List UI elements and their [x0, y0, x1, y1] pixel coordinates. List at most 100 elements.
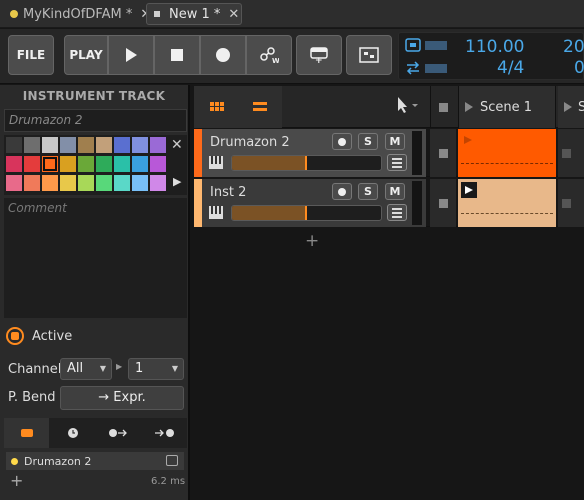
insert-device-button[interactable]: +	[296, 35, 342, 75]
position-display-secondary[interactable]: 0	[574, 58, 584, 78]
device-window-icon[interactable]	[166, 455, 178, 466]
volume-fader[interactable]	[231, 155, 382, 171]
stop-all-clips-button[interactable]	[430, 86, 456, 128]
add-device-icon[interactable]: +	[10, 471, 23, 490]
project-tab-mykindofdfam[interactable]: MyKindOfDFAM * ✕	[10, 3, 151, 25]
tab-post-timing[interactable]	[142, 418, 187, 448]
scene-launch-icon[interactable]	[564, 102, 572, 112]
solo-button[interactable]: S	[358, 183, 378, 200]
scene-1-header[interactable]: Scene 1	[458, 86, 556, 128]
record-button[interactable]	[200, 35, 246, 75]
list-view-button[interactable]	[249, 98, 271, 116]
inspector-panel: INSTRUMENT TRACK Drumazon 2 ✕ ▶ Comment …	[0, 85, 190, 500]
color-swatch[interactable]	[78, 156, 94, 172]
color-swatch-selected[interactable]	[42, 156, 58, 172]
color-swatch[interactable]	[24, 137, 40, 153]
color-swatch[interactable]	[6, 137, 22, 153]
scene-2-header[interactable]: S	[558, 86, 584, 128]
color-swatch[interactable]	[132, 175, 148, 191]
next-arrow-icon[interactable]: ▶	[173, 175, 181, 188]
stop-button[interactable]	[154, 35, 200, 75]
clip-play-button[interactable]	[461, 182, 477, 198]
channel-number-select[interactable]: 1 ▼	[128, 358, 184, 380]
record-arm-button[interactable]	[332, 133, 352, 150]
track-header[interactable]: Drumazon 2 S M	[194, 129, 426, 177]
project-tab-new-1[interactable]: New 1 * ✕	[146, 3, 242, 25]
clock-icon	[67, 428, 78, 438]
color-swatch[interactable]	[96, 137, 112, 153]
clip-divider	[461, 213, 553, 214]
color-swatch[interactable]	[42, 175, 58, 191]
close-icon[interactable]: ✕	[228, 7, 239, 22]
color-swatch[interactable]	[60, 137, 76, 153]
pitch-bend-expression-button[interactable]: → Expr.	[60, 386, 184, 410]
clip-slot[interactable]	[458, 179, 556, 227]
tab-pre-timing[interactable]	[96, 418, 141, 448]
color-swatch[interactable]	[78, 175, 94, 191]
tab-square-icon	[154, 11, 160, 17]
pointer-icon	[398, 97, 418, 113]
grid-view-button[interactable]	[206, 98, 228, 116]
layout-button[interactable]	[346, 35, 392, 75]
color-swatch[interactable]	[150, 156, 166, 172]
color-swatch[interactable]	[132, 137, 148, 153]
stop-clip-button[interactable]	[430, 179, 456, 227]
add-track-icon[interactable]: +	[305, 231, 319, 251]
time-signature[interactable]: 4/4	[497, 58, 524, 78]
mute-button[interactable]: M	[385, 183, 405, 200]
color-swatch[interactable]	[114, 156, 130, 172]
color-swatch[interactable]	[78, 137, 94, 153]
metronome-icon[interactable]	[405, 38, 421, 52]
record-arm-button[interactable]	[332, 183, 352, 200]
tempo-value[interactable]: 110.00	[465, 37, 524, 57]
comment-field[interactable]: Comment	[4, 198, 187, 318]
grid-view-icon	[210, 102, 224, 111]
color-swatch[interactable]	[96, 175, 112, 191]
color-swatch[interactable]	[60, 175, 76, 191]
track-name[interactable]: Inst 2	[210, 185, 246, 200]
device-list-item[interactable]: Drumazon 2	[6, 452, 184, 470]
clip-slot[interactable]	[458, 129, 556, 177]
track-name-field[interactable]: Drumazon 2	[4, 109, 187, 132]
volume-fader[interactable]	[231, 205, 382, 221]
color-swatch[interactable]	[150, 137, 166, 153]
solo-button[interactable]: S	[358, 133, 378, 150]
tab-devices[interactable]	[4, 418, 49, 448]
track-menu-button[interactable]	[387, 154, 407, 171]
file-menu-button[interactable]: FILE	[8, 35, 54, 75]
color-swatch[interactable]	[150, 175, 166, 191]
play-button[interactable]	[108, 35, 154, 75]
stop-icon	[562, 198, 571, 208]
position-display[interactable]: 20	[563, 37, 584, 57]
clip-slot-empty[interactable]	[558, 179, 584, 227]
track-row[interactable]: Inst 2 S M	[194, 179, 584, 227]
color-swatch[interactable]	[24, 175, 40, 191]
channel-select[interactable]: All ▼	[60, 358, 112, 380]
clip-play-icon[interactable]	[463, 135, 473, 145]
pointer-tool-button[interactable]	[394, 96, 424, 118]
color-swatch[interactable]	[60, 156, 76, 172]
stop-clip-button[interactable]	[430, 129, 456, 177]
track-row[interactable]: Drumazon 2 S M	[194, 129, 584, 177]
track-header[interactable]: Inst 2 S M	[194, 179, 426, 227]
power-icon[interactable]	[6, 327, 24, 345]
color-swatch[interactable]	[114, 137, 130, 153]
color-swatch[interactable]	[132, 156, 148, 172]
color-swatch[interactable]	[6, 175, 22, 191]
color-swatch[interactable]	[24, 156, 40, 172]
automation-write-button[interactable]: W	[246, 35, 292, 75]
mute-button[interactable]: M	[385, 133, 405, 150]
tab-timing[interactable]	[50, 418, 95, 448]
track-menu-button[interactable]	[387, 204, 407, 221]
track-name[interactable]: Drumazon 2	[210, 135, 290, 150]
play-menu-button[interactable]: PLAY	[64, 35, 108, 75]
color-swatch[interactable]	[114, 175, 130, 191]
color-swatch[interactable]	[96, 156, 112, 172]
active-toggle[interactable]: Active	[6, 326, 72, 346]
color-swatch[interactable]	[6, 156, 22, 172]
clip-slot-empty[interactable]	[558, 129, 584, 177]
scene-launch-icon[interactable]	[465, 102, 473, 112]
close-icon[interactable]: ✕	[171, 137, 183, 153]
color-swatch[interactable]	[42, 137, 58, 153]
loop-icon[interactable]	[405, 61, 421, 75]
